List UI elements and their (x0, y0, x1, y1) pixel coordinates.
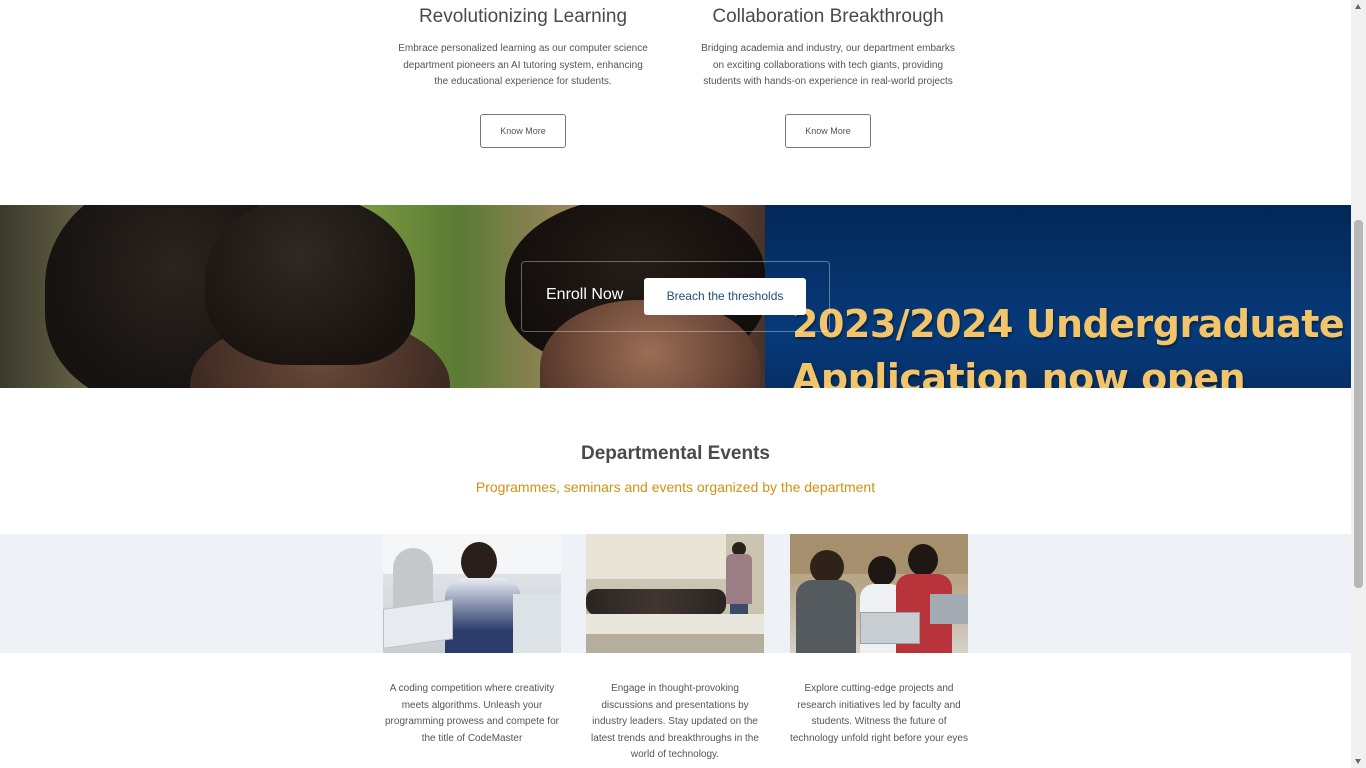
desks (586, 614, 764, 634)
floor (586, 634, 764, 653)
banner-headline-line-1: 2023/2024 Undergraduate (792, 302, 1345, 346)
event-image-coding-competition[interactable] (383, 534, 561, 653)
event-description: Explore cutting-edge projects and resear… (790, 683, 968, 744)
scroll-down-button[interactable] (1351, 754, 1366, 768)
banner-photo-student-2 (205, 205, 415, 365)
speaker-shirt (726, 554, 752, 604)
student-3-head (908, 544, 938, 576)
admission-banner: 2023/2024 Undergraduate Application now … (0, 205, 1351, 388)
student-head (461, 542, 497, 582)
arrow-down-icon (1355, 759, 1361, 764)
enroll-button[interactable]: Breach the thresholds (644, 278, 806, 315)
events-title: Departmental Events (580, 443, 770, 464)
event-description: Engage in thought-provoking discussions … (591, 683, 759, 760)
news-card-collaboration: Collaboration Breakthrough Bridging acad… (697, 0, 959, 148)
scrollbar-thumb[interactable] (1354, 220, 1363, 588)
event-image-project-showcase[interactable] (790, 534, 968, 653)
events-subtitle: Programmes, seminars and events organize… (475, 479, 876, 495)
know-more-button[interactable]: Know More (785, 113, 871, 148)
event-description: A coding competition where creativity me… (385, 683, 559, 744)
enroll-label: Enroll Now (546, 286, 624, 303)
monitor (513, 594, 561, 653)
student-shirt (445, 578, 521, 653)
arrow-up-icon (1355, 4, 1361, 9)
scroll-up-button[interactable] (1351, 0, 1366, 14)
student-2-head (868, 556, 896, 586)
audience (586, 589, 726, 615)
event-image-tech-seminar[interactable] (586, 534, 764, 653)
vertical-scrollbar[interactable] (1351, 0, 1366, 768)
news-card-ai-tutoring: Revolutionizing Learning Embrace persona… (392, 0, 654, 148)
laptop (860, 612, 920, 644)
laptop (383, 599, 453, 649)
news-text: Bridging academia and industry, our depa… (701, 43, 955, 87)
student-1-head (810, 550, 844, 584)
news-title: Revolutionizing Learning (418, 6, 628, 27)
banner-headline: 2023/2024 Undergraduate Application now … (792, 297, 1345, 388)
enroll-box: Enroll Now Breach the thresholds (521, 261, 830, 332)
page: Revolutionizing Learning Embrace persona… (0, 0, 1351, 768)
know-more-button[interactable]: Know More (480, 113, 566, 148)
laptop-2 (930, 594, 968, 624)
student-1-shirt (796, 580, 856, 653)
news-title: Collaboration Breakthrough (712, 6, 944, 27)
news-text: Embrace personalized learning as our com… (398, 43, 648, 87)
banner-headline-line-2: Application now open (792, 356, 1246, 388)
